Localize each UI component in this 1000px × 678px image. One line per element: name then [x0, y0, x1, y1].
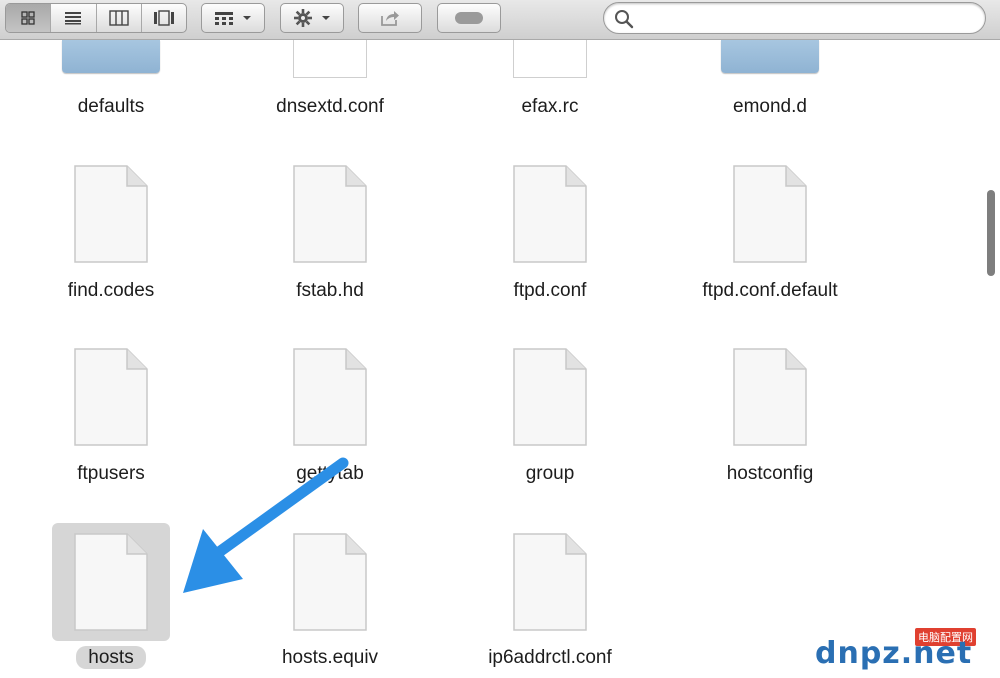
column-view-button[interactable] [95, 4, 141, 32]
icon-view-icon [21, 11, 35, 25]
share-button[interactable] [358, 3, 422, 33]
document-icon-container [271, 155, 389, 273]
search-field[interactable] [603, 2, 986, 34]
folder-icon [62, 40, 160, 73]
annotation-arrow-icon [183, 457, 349, 593]
document-icon [74, 533, 148, 631]
document-icon-container [491, 155, 609, 273]
file-name: hostconfig [726, 463, 814, 484]
file-item-ftpd-conf-default[interactable]: ftpd.conf.default [670, 155, 870, 315]
document-icon-container [52, 155, 170, 273]
file-name: ip6addrctl.conf [488, 647, 612, 668]
file-item-ftpd-conf[interactable]: ftpd.conf [450, 155, 650, 315]
document-icon [733, 348, 807, 446]
vertical-scrollbar[interactable] [984, 40, 1000, 678]
file-name: ftpd.conf [513, 280, 587, 301]
file-item-emond-d[interactable]: emond.d [670, 40, 870, 160]
coverflow-view-icon [153, 10, 174, 26]
tag-toggle-button[interactable] [437, 3, 501, 33]
file-item-hostconfig[interactable]: hostconfig [670, 338, 870, 498]
file-name: dnsextd.conf [276, 96, 384, 117]
document-icon [513, 40, 587, 78]
gear-icon [294, 9, 312, 27]
document-icon [293, 165, 367, 263]
file-name: defaults [77, 96, 145, 117]
document-icon [513, 348, 587, 446]
chevron-down-icon [243, 16, 251, 20]
file-name: ftpd.conf.default [702, 280, 838, 301]
file-name: hosts.equiv [281, 647, 379, 668]
finder-toolbar [0, 0, 1000, 40]
chevron-down-icon [322, 16, 330, 20]
column-view-icon [108, 10, 129, 26]
folder-icon [721, 40, 819, 73]
document-icon-container [52, 338, 170, 456]
document-icon-container [52, 523, 170, 641]
watermark-text: dnpz.net [815, 636, 973, 671]
document-icon-container [491, 523, 609, 641]
search-input[interactable] [638, 8, 972, 30]
search-icon [615, 10, 634, 29]
document-icon [513, 533, 587, 631]
file-name: efax.rc [521, 96, 579, 117]
selected-file-name: hosts [76, 646, 146, 669]
document-icon-container [711, 155, 829, 273]
list-view-icon [65, 12, 82, 25]
document-icon-container [271, 338, 389, 456]
share-icon [381, 11, 399, 26]
file-item-dnsextd-conf[interactable]: dnsextd.conf [230, 40, 430, 160]
document-icon [74, 165, 148, 263]
document-icon [293, 40, 367, 78]
file-name: fstab.hd [296, 280, 364, 301]
document-icon-container [491, 338, 609, 456]
action-button[interactable] [280, 3, 344, 33]
icon-view-button[interactable] [6, 4, 51, 32]
file-item-defaults[interactable]: defaults [11, 40, 211, 160]
file-item-find-codes[interactable]: find.codes [11, 155, 211, 315]
arrange-button[interactable] [201, 3, 265, 33]
site-watermark-logo: 电脑配置网 dnpz.net [815, 628, 997, 674]
document-icon [74, 348, 148, 446]
file-name: emond.d [733, 96, 807, 117]
document-icon [733, 165, 807, 263]
file-name: group [525, 463, 575, 484]
coverflow-view-button[interactable] [140, 4, 186, 32]
file-item-group[interactable]: group [450, 338, 650, 498]
document-icon [293, 348, 367, 446]
file-item-fstab-hd[interactable]: fstab.hd [230, 155, 430, 315]
scrollbar-thumb[interactable] [987, 190, 995, 276]
document-icon-container [711, 338, 829, 456]
file-name: find.codes [67, 280, 155, 301]
file-name: hosts [11, 646, 211, 669]
document-icon [513, 165, 587, 263]
list-view-button[interactable] [50, 4, 95, 32]
file-icon-grid: defaults dnsextd.conf efax.rc emond.d fi… [0, 40, 1000, 678]
file-item-efax-rc[interactable]: efax.rc [450, 40, 650, 160]
tag-toggle-icon [455, 12, 483, 24]
arrange-icon [215, 12, 233, 25]
file-item-ip6addrctl-conf[interactable]: ip6addrctl.conf [450, 523, 650, 678]
view-mode-segmented-control [5, 3, 187, 33]
